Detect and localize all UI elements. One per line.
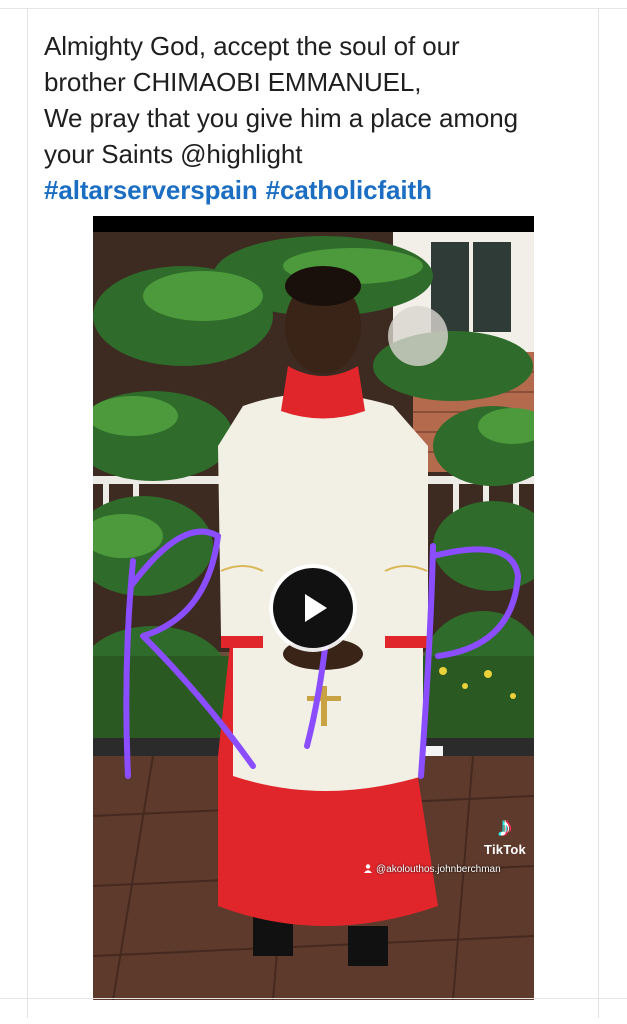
tiktok-watermark: ♪ TikTok (470, 811, 534, 858)
user-icon (364, 864, 372, 873)
hashtag-link[interactable]: #catholicfaith (266, 175, 432, 205)
creator-handle: @akolouthos.johnberchman (364, 864, 501, 875)
handle-text: @akolouthos.johnberchman (376, 864, 501, 875)
tiktok-brand: TikTok (484, 842, 526, 857)
hashtag-link[interactable]: #altarserverspain (44, 175, 258, 205)
caption-line: brother CHIMAOBI EMMANUEL, (44, 67, 422, 97)
caption-line: We pray that you give him a place among (44, 103, 518, 133)
bottom-divider (0, 998, 627, 999)
post-caption: Almighty God, accept the soul of our bro… (44, 28, 604, 208)
caption-line: Almighty God, accept the soul of our (44, 31, 460, 61)
caption-line: your Saints @highlight (44, 139, 303, 169)
play-button[interactable] (273, 568, 353, 648)
hashtag-row: #altarserverspain #catholicfaith (44, 172, 604, 208)
play-icon (305, 594, 327, 622)
tiktok-logo-icon: ♪ (498, 811, 512, 842)
